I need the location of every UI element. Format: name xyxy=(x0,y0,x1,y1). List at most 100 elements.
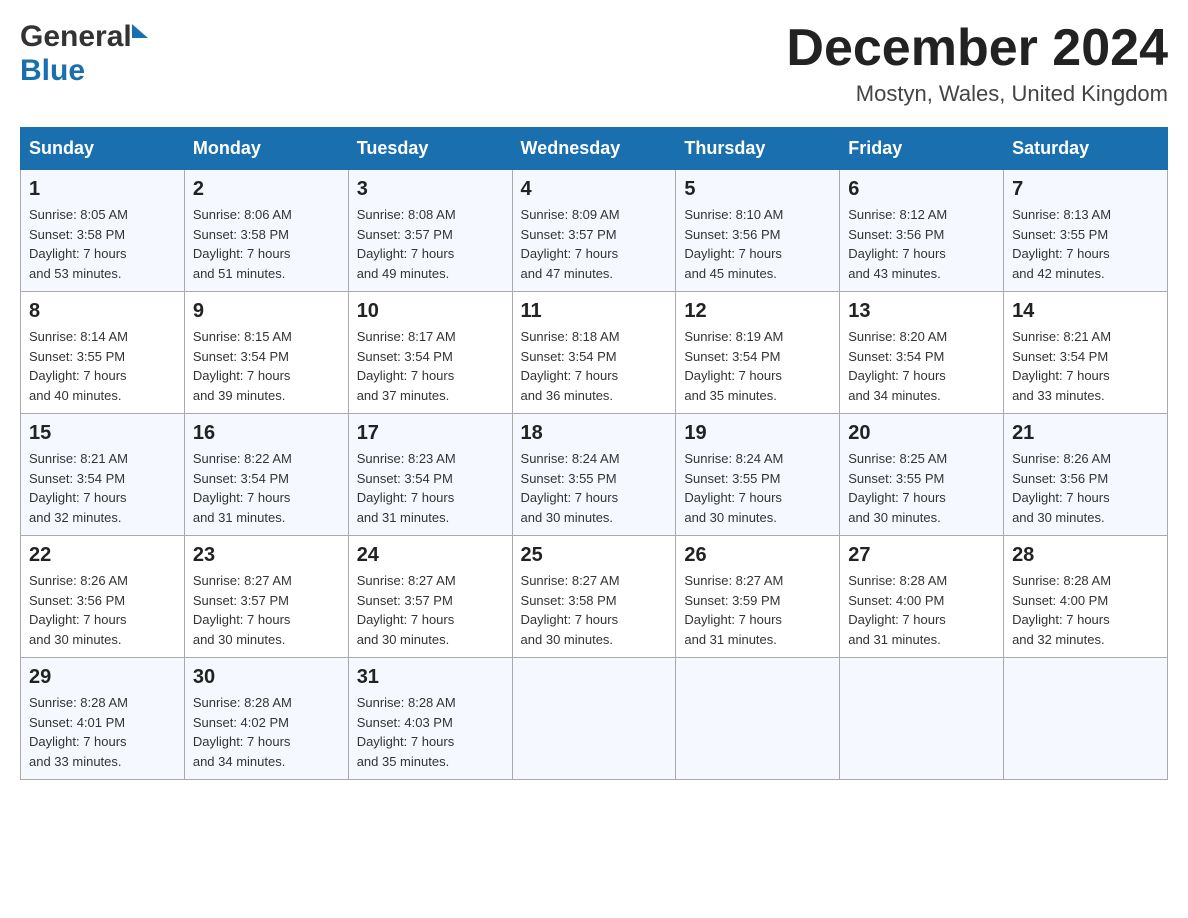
calendar-cell: 2Sunrise: 8:06 AMSunset: 3:58 PMDaylight… xyxy=(184,170,348,292)
day-number: 27 xyxy=(848,544,995,567)
day-number: 10 xyxy=(357,300,504,323)
calendar-cell xyxy=(1004,658,1168,780)
day-info: Sunrise: 8:19 AMSunset: 3:54 PMDaylight:… xyxy=(684,327,831,405)
day-number: 9 xyxy=(193,300,340,323)
day-info: Sunrise: 8:28 AMSunset: 4:01 PMDaylight:… xyxy=(29,693,176,771)
calendar-cell: 14Sunrise: 8:21 AMSunset: 3:54 PMDayligh… xyxy=(1004,292,1168,414)
calendar-header-monday: Monday xyxy=(184,128,348,170)
day-info: Sunrise: 8:05 AMSunset: 3:58 PMDaylight:… xyxy=(29,205,176,283)
day-info: Sunrise: 8:24 AMSunset: 3:55 PMDaylight:… xyxy=(521,449,668,527)
calendar-cell: 13 Sunrise: 8:20 AMSunset: 3:54 PMDayligh… xyxy=(840,292,1004,414)
day-info: Sunrise: 8:12 AMSunset: 3:56 PMDaylight:… xyxy=(848,205,995,283)
day-number: 24 xyxy=(357,544,504,567)
day-info: Sunrise: 8:26 AMSunset: 3:56 PMDaylight:… xyxy=(29,571,176,649)
day-number: 13 xyxy=(848,300,995,323)
day-number: 30 xyxy=(193,666,340,689)
logo-general-text: General xyxy=(20,20,132,54)
calendar-week-row: 8Sunrise: 8:14 AMSunset: 3:55 PMDaylight… xyxy=(21,292,1168,414)
day-info: Sunrise: 8:21 AMSunset: 3:54 PMDaylight:… xyxy=(29,449,176,527)
day-number: 3 xyxy=(357,178,504,201)
calendar-cell: 12 Sunrise: 8:19 AMSunset: 3:54 PMDayligh… xyxy=(676,292,840,414)
calendar-cell: 17 Sunrise: 8:23 AMSunset: 3:54 PMDayligh… xyxy=(348,414,512,536)
day-info: Sunrise: 8:08 AMSunset: 3:57 PMDaylight:… xyxy=(357,205,504,283)
logo-blue-text: Blue xyxy=(20,54,85,87)
day-number: 7 xyxy=(1012,178,1159,201)
day-number: 20 xyxy=(848,422,995,445)
day-number: 16 xyxy=(193,422,340,445)
day-info: Sunrise: 8:26 AMSunset: 3:56 PMDaylight:… xyxy=(1012,449,1159,527)
calendar-cell: 27 Sunrise: 8:28 AMSunset: 4:00 PMDayligh… xyxy=(840,536,1004,658)
calendar-cell: 1 Sunrise: 8:05 AMSunset: 3:58 PMDaylight… xyxy=(21,170,185,292)
day-info: Sunrise: 8:22 AMSunset: 3:54 PMDaylight:… xyxy=(193,449,340,527)
page-header: General Blue December 2024 Mostyn, Wales… xyxy=(20,20,1168,107)
day-info: Sunrise: 8:27 AMSunset: 3:59 PMDaylight:… xyxy=(684,571,831,649)
calendar-cell: 28 Sunrise: 8:28 AMSunset: 4:00 PMDayligh… xyxy=(1004,536,1168,658)
day-number: 26 xyxy=(684,544,831,567)
logo: General Blue xyxy=(20,20,148,88)
day-info: Sunrise: 8:13 AMSunset: 3:55 PMDaylight:… xyxy=(1012,205,1159,283)
day-number: 4 xyxy=(521,178,668,201)
location-text: Mostyn, Wales, United Kingdom xyxy=(786,81,1168,107)
calendar-cell: 29 Sunrise: 8:28 AMSunset: 4:01 PMDayligh… xyxy=(21,658,185,780)
calendar-cell: 7 Sunrise: 8:13 AMSunset: 3:55 PMDaylight… xyxy=(1004,170,1168,292)
calendar-cell: 4Sunrise: 8:09 AMSunset: 3:57 PMDaylight… xyxy=(512,170,676,292)
day-info: Sunrise: 8:28 AMSunset: 4:00 PMDaylight:… xyxy=(1012,571,1159,649)
calendar-cell: 30 Sunrise: 8:28 AMSunset: 4:02 PMDayligh… xyxy=(184,658,348,780)
day-number: 29 xyxy=(29,666,176,689)
calendar-cell: 3 Sunrise: 8:08 AMSunset: 3:57 PMDaylight… xyxy=(348,170,512,292)
calendar-header-wednesday: Wednesday xyxy=(512,128,676,170)
day-info: Sunrise: 8:27 AMSunset: 3:57 PMDaylight:… xyxy=(193,571,340,649)
day-number: 19 xyxy=(684,422,831,445)
month-title: December 2024 xyxy=(786,20,1168,77)
day-info: Sunrise: 8:27 AMSunset: 3:58 PMDaylight:… xyxy=(521,571,668,649)
calendar-cell: 16 Sunrise: 8:22 AMSunset: 3:54 PMDayligh… xyxy=(184,414,348,536)
day-number: 23 xyxy=(193,544,340,567)
day-number: 21 xyxy=(1012,422,1159,445)
calendar-week-row: 1 Sunrise: 8:05 AMSunset: 3:58 PMDaylight… xyxy=(21,170,1168,292)
calendar-cell: 15 Sunrise: 8:21 AMSunset: 3:54 PMDayligh… xyxy=(21,414,185,536)
calendar-cell xyxy=(840,658,1004,780)
calendar-cell: 26 Sunrise: 8:27 AMSunset: 3:59 PMDayligh… xyxy=(676,536,840,658)
calendar-cell: 18Sunrise: 8:24 AMSunset: 3:55 PMDayligh… xyxy=(512,414,676,536)
calendar-week-row: 29 Sunrise: 8:28 AMSunset: 4:01 PMDayligh… xyxy=(21,658,1168,780)
calendar-cell: 22 Sunrise: 8:26 AMSunset: 3:56 PMDayligh… xyxy=(21,536,185,658)
day-number: 17 xyxy=(357,422,504,445)
calendar-cell: 5 Sunrise: 8:10 AMSunset: 3:56 PMDaylight… xyxy=(676,170,840,292)
calendar-cell: 21 Sunrise: 8:26 AMSunset: 3:56 PMDayligh… xyxy=(1004,414,1168,536)
calendar-cell xyxy=(512,658,676,780)
calendar-cell: 6Sunrise: 8:12 AMSunset: 3:56 PMDaylight… xyxy=(840,170,1004,292)
calendar-week-row: 15 Sunrise: 8:21 AMSunset: 3:54 PMDayligh… xyxy=(21,414,1168,536)
day-number: 11 xyxy=(521,300,668,323)
day-number: 12 xyxy=(684,300,831,323)
day-number: 2 xyxy=(193,178,340,201)
calendar-cell: 23 Sunrise: 8:27 AMSunset: 3:57 PMDayligh… xyxy=(184,536,348,658)
day-info: Sunrise: 8:28 AMSunset: 4:03 PMDaylight:… xyxy=(357,693,504,771)
day-number: 14 xyxy=(1012,300,1159,323)
day-info: Sunrise: 8:10 AMSunset: 3:56 PMDaylight:… xyxy=(684,205,831,283)
day-number: 1 xyxy=(29,178,176,201)
calendar-cell: 24 Sunrise: 8:27 AMSunset: 3:57 PMDayligh… xyxy=(348,536,512,658)
calendar-cell: 11Sunrise: 8:18 AMSunset: 3:54 PMDayligh… xyxy=(512,292,676,414)
calendar-header-tuesday: Tuesday xyxy=(348,128,512,170)
calendar-week-row: 22 Sunrise: 8:26 AMSunset: 3:56 PMDayligh… xyxy=(21,536,1168,658)
day-info: Sunrise: 8:24 AMSunset: 3:55 PMDaylight:… xyxy=(684,449,831,527)
calendar-table: SundayMondayTuesdayWednesdayThursdayFrid… xyxy=(20,127,1168,780)
day-info: Sunrise: 8:28 AMSunset: 4:02 PMDaylight:… xyxy=(193,693,340,771)
calendar-cell: 25Sunrise: 8:27 AMSunset: 3:58 PMDayligh… xyxy=(512,536,676,658)
day-number: 28 xyxy=(1012,544,1159,567)
calendar-cell: 10 Sunrise: 8:17 AMSunset: 3:54 PMDayligh… xyxy=(348,292,512,414)
day-info: Sunrise: 8:25 AMSunset: 3:55 PMDaylight:… xyxy=(848,449,995,527)
calendar-header-row: SundayMondayTuesdayWednesdayThursdayFrid… xyxy=(21,128,1168,170)
calendar-cell xyxy=(676,658,840,780)
calendar-cell: 19 Sunrise: 8:24 AMSunset: 3:55 PMDayligh… xyxy=(676,414,840,536)
day-number: 5 xyxy=(684,178,831,201)
day-number: 31 xyxy=(357,666,504,689)
day-number: 22 xyxy=(29,544,176,567)
day-info: Sunrise: 8:28 AMSunset: 4:00 PMDaylight:… xyxy=(848,571,995,649)
day-info: Sunrise: 8:23 AMSunset: 3:54 PMDaylight:… xyxy=(357,449,504,527)
day-info: Sunrise: 8:20 AMSunset: 3:54 PMDaylight:… xyxy=(848,327,995,405)
day-info: Sunrise: 8:27 AMSunset: 3:57 PMDaylight:… xyxy=(357,571,504,649)
calendar-header-saturday: Saturday xyxy=(1004,128,1168,170)
day-number: 15 xyxy=(29,422,176,445)
day-info: Sunrise: 8:17 AMSunset: 3:54 PMDaylight:… xyxy=(357,327,504,405)
